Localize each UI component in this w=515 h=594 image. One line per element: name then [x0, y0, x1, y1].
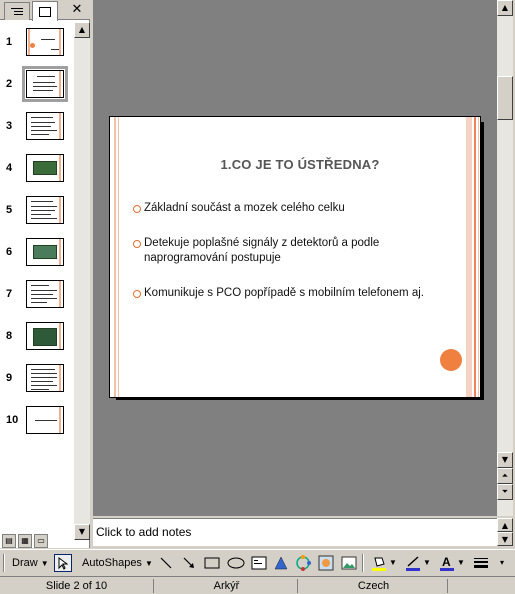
- slide-thumbnail[interactable]: [26, 322, 64, 350]
- pane-close-icon[interactable]: ✕: [70, 3, 84, 17]
- slide-thumbnail[interactable]: [26, 154, 64, 182]
- toolbar-grip: [3, 554, 5, 572]
- fill-color-dropdown-icon[interactable]: ▼: [389, 553, 397, 573]
- scroll-up-icon[interactable]: ▲: [497, 518, 513, 532]
- status-empty: [450, 579, 514, 593]
- toolbar-options-icon[interactable]: ▾: [500, 553, 504, 573]
- line-style-icon[interactable]: [472, 554, 490, 572]
- scroll-down-icon[interactable]: ▼: [497, 452, 513, 468]
- bullet-list[interactable]: Základní součást a mozek celého celku De…: [132, 201, 432, 321]
- slideshow-view-icon[interactable]: ▭: [34, 534, 48, 548]
- scroll-thumb[interactable]: [497, 76, 513, 120]
- slide-canvas[interactable]: 1.CO JE TO ÚSTŘEDNA? Základní součást a …: [109, 116, 481, 398]
- draw-label: Draw: [12, 557, 38, 569]
- textbox-tool-icon[interactable]: [250, 554, 268, 572]
- thumbnail-row-2[interactable]: 2: [0, 66, 74, 102]
- select-pointer-icon[interactable]: [54, 554, 72, 572]
- next-slide-icon[interactable]: ⏷: [497, 484, 513, 500]
- slide-title[interactable]: 1.CO JE TO ÚSTŘEDNA?: [170, 157, 430, 172]
- rectangle-tool-icon[interactable]: [203, 554, 221, 572]
- thumbnail-row-5[interactable]: 5: [0, 194, 74, 228]
- powerpoint-window: ✕ 1 2 3 4 5 6 7 8 9 10 ▲ ▼ ▤ ▦ ▭ 1.CO JE…: [0, 0, 515, 594]
- notes-placeholder[interactable]: Click to add notes: [96, 525, 191, 539]
- notes-pane[interactable]: Click to add notes: [93, 518, 497, 546]
- pane-tabs: ✕: [0, 0, 90, 21]
- slides-icon: [39, 6, 51, 17]
- main-scrollbar[interactable]: ▲ ▼ ⏶ ⏷: [497, 0, 513, 516]
- thumbnail-number: 7: [6, 288, 13, 300]
- thumbnail-row-9[interactable]: 9: [0, 362, 74, 396]
- thumbnail-row-4[interactable]: 4: [0, 152, 74, 186]
- wordart-tool-icon[interactable]: [272, 554, 290, 572]
- font-color-dropdown-icon[interactable]: ▼: [457, 553, 465, 573]
- line-tool-icon[interactable]: [157, 554, 175, 572]
- scroll-down-icon[interactable]: ▼: [497, 532, 513, 546]
- status-language: Czech: [300, 579, 448, 593]
- slides-tab[interactable]: [32, 1, 58, 21]
- thumbnail-number: 5: [6, 204, 13, 216]
- outline-tab[interactable]: [4, 2, 30, 20]
- dropdown-arrow-icon: ▼: [145, 559, 153, 568]
- thumbnail-list: 1 2 3 4 5 6 7 8 9 10: [0, 22, 74, 540]
- slides-pane: ✕ 1 2 3 4 5 6 7 8 9 10 ▲ ▼ ▤ ▦ ▭: [0, 0, 90, 548]
- thumbnail-number: 9: [6, 372, 13, 384]
- thumbnail-row-6[interactable]: 6: [0, 236, 74, 270]
- thumbnail-number: 8: [6, 330, 13, 342]
- slide-thumbnail[interactable]: [26, 112, 64, 140]
- thumbnail-row-8[interactable]: 8: [0, 320, 74, 354]
- slide-thumbnail[interactable]: [26, 28, 64, 56]
- thumbnail-number: 6: [6, 246, 13, 258]
- decorative-circle: [440, 349, 462, 371]
- line-color-dropdown-icon[interactable]: ▼: [423, 553, 431, 573]
- pane-scrollbar[interactable]: ▲ ▼: [74, 22, 90, 540]
- oval-tool-icon[interactable]: [227, 554, 245, 572]
- thumbnail-number: 3: [6, 120, 13, 132]
- slide-thumbnail[interactable]: [26, 280, 64, 308]
- picture-tool-icon[interactable]: [340, 554, 358, 572]
- toolbar-separator: [362, 554, 364, 572]
- slide-sorter-view-icon[interactable]: ▦: [18, 534, 32, 548]
- fill-color-icon[interactable]: [370, 554, 388, 572]
- thumbnail-row-7[interactable]: 7: [0, 278, 74, 312]
- thumbnail-number: 1: [6, 36, 13, 48]
- scroll-up-icon[interactable]: ▲: [497, 0, 513, 16]
- bullet-item: Detekuje poplašné signály z detektorů a …: [132, 236, 432, 266]
- status-bar: Slide 2 of 10 Arkýř Czech: [0, 576, 515, 594]
- thumbnail-row-1[interactable]: 1: [0, 26, 74, 60]
- slide-thumbnail[interactable]: [26, 364, 64, 392]
- scroll-down-icon[interactable]: ▼: [74, 524, 90, 540]
- autoshapes-label: AutoShapes: [82, 557, 142, 569]
- slide-thumbnail-selected[interactable]: [22, 66, 68, 102]
- thumbnail-number: 4: [6, 162, 13, 174]
- arrow-tool-icon[interactable]: [180, 554, 198, 572]
- clipart-tool-icon[interactable]: [317, 554, 335, 572]
- line-color-icon[interactable]: [404, 554, 422, 572]
- previous-slide-icon[interactable]: ⏶: [497, 468, 513, 484]
- thumbnail-number: 2: [6, 78, 13, 90]
- slide-thumbnail[interactable]: [26, 196, 64, 224]
- view-buttons: ▤ ▦ ▭: [0, 534, 74, 548]
- thumbnail-number: 10: [6, 414, 19, 426]
- svg-text:A: A: [442, 555, 451, 569]
- bullet-item: Základní součást a mozek celého celku: [132, 201, 432, 216]
- scroll-up-icon[interactable]: ▲: [74, 22, 90, 38]
- status-design-name: Arkýř: [156, 579, 298, 593]
- draw-menu-button[interactable]: Draw ▼: [12, 553, 49, 573]
- dropdown-arrow-icon: ▼: [40, 559, 49, 568]
- drawing-toolbar: Draw ▼ AutoShapes ▼ ▼ ▼ A ▼ ▾: [0, 549, 515, 575]
- font-color-icon[interactable]: A: [438, 554, 456, 572]
- normal-view-icon[interactable]: ▤: [2, 534, 16, 548]
- bullet-item: Komunikuje s PCO popřípadě s mobilním te…: [132, 286, 432, 301]
- slide-thumbnail[interactable]: [26, 406, 64, 434]
- outline-icon: [11, 7, 23, 15]
- thumbnail-row-3[interactable]: 3: [0, 110, 74, 144]
- autoshapes-menu-button[interactable]: AutoShapes ▼: [82, 553, 153, 573]
- diagram-tool-icon[interactable]: [294, 554, 312, 572]
- thumbnail-row-10[interactable]: 10: [0, 404, 74, 438]
- slide-thumbnail[interactable]: [26, 238, 64, 266]
- notes-scrollbar[interactable]: ▲ ▼: [497, 518, 513, 546]
- status-slide-info: Slide 2 of 10: [0, 579, 154, 593]
